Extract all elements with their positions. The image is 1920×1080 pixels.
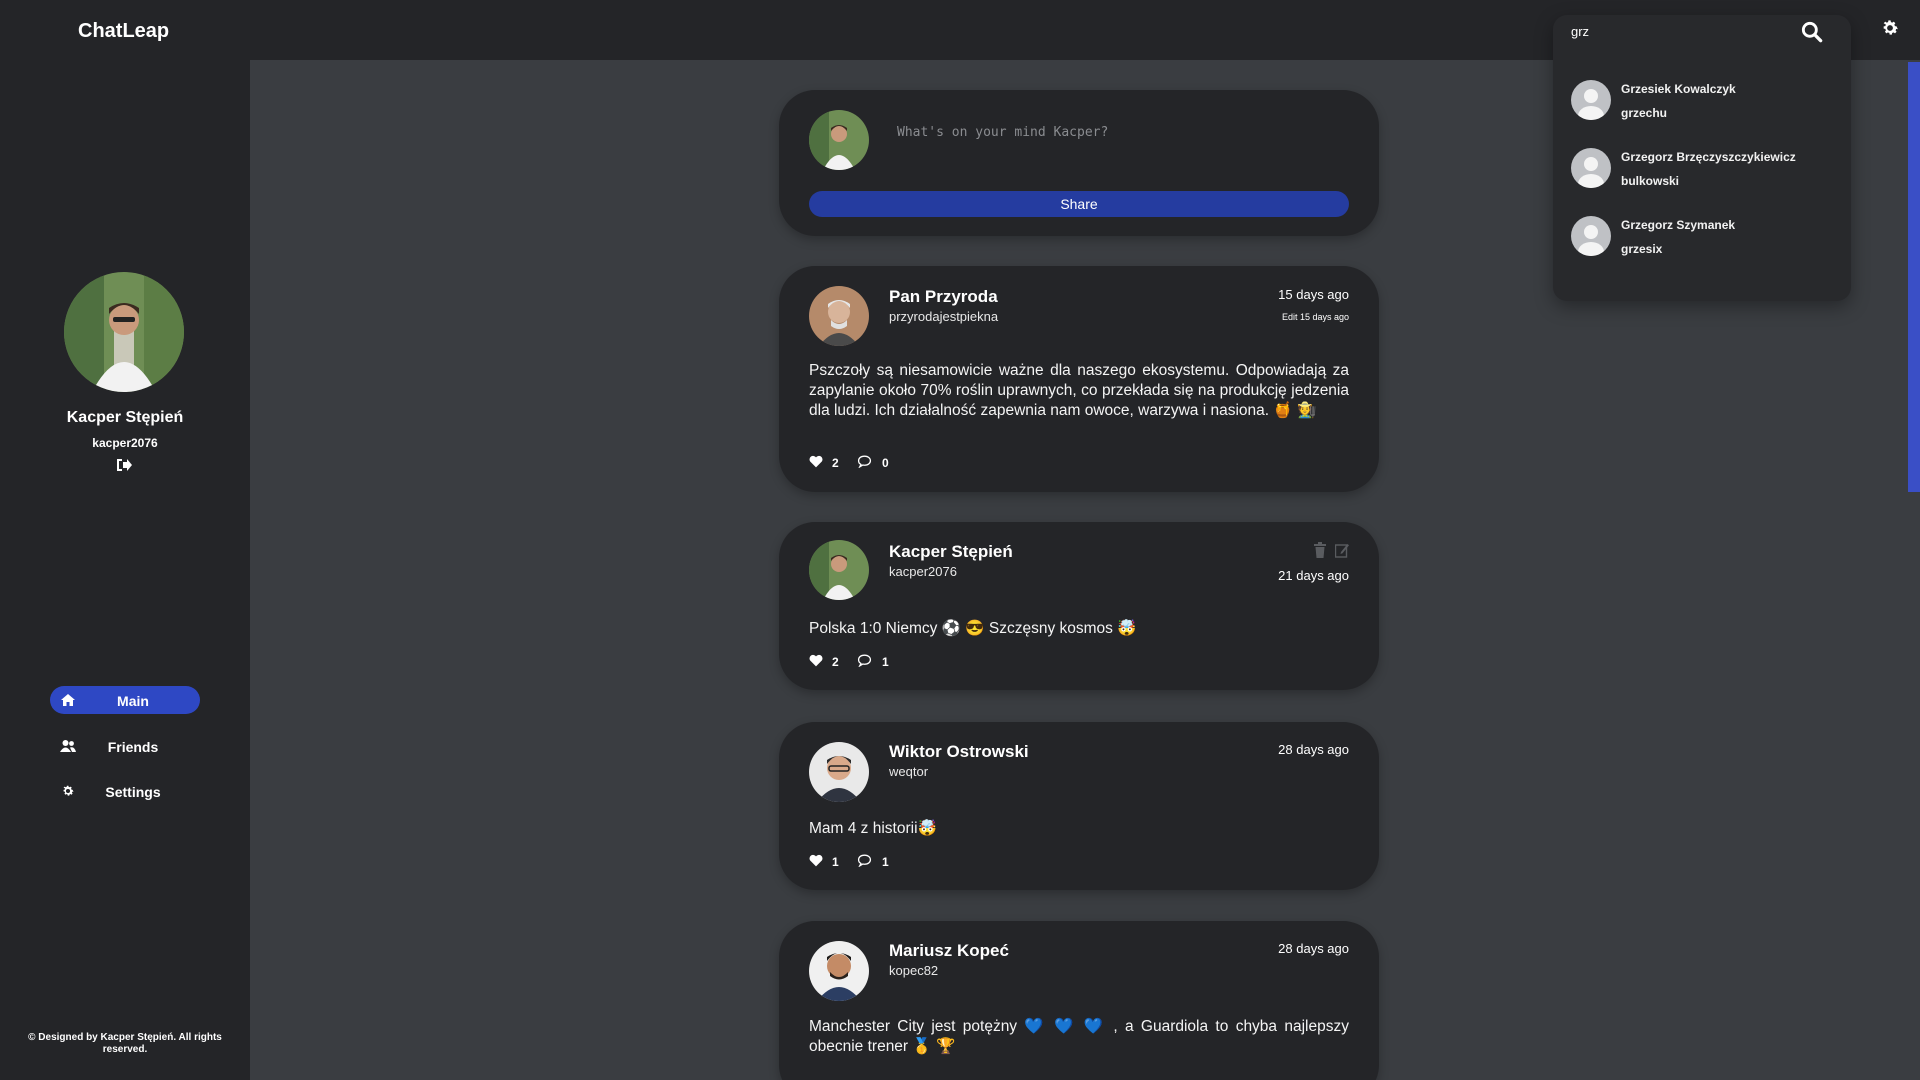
profile-avatar[interactable] bbox=[64, 272, 184, 392]
share-button[interactable]: Share bbox=[809, 191, 1349, 217]
avatar bbox=[1571, 80, 1611, 120]
avatar[interactable] bbox=[809, 540, 869, 600]
user-photo bbox=[809, 286, 869, 346]
post-timestamp: 28 days ago bbox=[1278, 742, 1349, 757]
nav-item-friends[interactable]: Friends bbox=[50, 732, 200, 760]
avatar[interactable] bbox=[809, 742, 869, 802]
search-icon[interactable] bbox=[1799, 19, 1825, 45]
heart-icon bbox=[809, 654, 823, 667]
avatar bbox=[1571, 148, 1611, 188]
nav-label: Friends bbox=[107, 739, 159, 755]
nav-item-main[interactable]: Main bbox=[50, 686, 200, 714]
post-timestamp: 15 days ago bbox=[1278, 287, 1349, 302]
profile-handle: kacper2076 bbox=[92, 436, 158, 450]
post-timestamp: 21 days ago bbox=[1278, 568, 1349, 583]
post-card: Wiktor Ostrowski weqtor 28 days ago Mam … bbox=[779, 722, 1379, 890]
nav-label: Main bbox=[117, 693, 149, 709]
user-placeholder-icon bbox=[1578, 157, 1604, 188]
comment-icon bbox=[857, 455, 872, 468]
footer-copyright: © Designed by Kacper Stępień. All rights… bbox=[28, 1032, 222, 1055]
post-owner-tools bbox=[1311, 542, 1351, 558]
trash-icon[interactable] bbox=[1313, 542, 1327, 558]
post-handle: przyrodajestpiekna bbox=[889, 309, 999, 324]
search-result-handle: grzechu bbox=[1621, 106, 1668, 120]
post-edited-label: Edit 15 days ago bbox=[1281, 312, 1349, 322]
post-timestamp: 28 days ago bbox=[1278, 941, 1349, 956]
post-author[interactable]: Mariusz Kopeć bbox=[889, 941, 1009, 961]
search-result-item[interactable]: Grzegorz Brzęczyszczykiewicz bulkowski bbox=[1571, 143, 1841, 193]
post-input[interactable] bbox=[897, 120, 1337, 144]
post-card: Kacper Stępień kacper2076 21 days ago Po… bbox=[779, 522, 1379, 690]
avatar bbox=[1571, 216, 1611, 256]
heart-icon bbox=[809, 455, 823, 468]
like-count: 2 bbox=[832, 655, 839, 669]
heart-icon bbox=[809, 854, 823, 867]
search-result-name: Grzesiek Kowalczyk bbox=[1621, 82, 1736, 96]
post-handle: kacper2076 bbox=[889, 564, 957, 579]
post-author[interactable]: Pan Przyroda bbox=[889, 287, 998, 307]
search-result-name: Grzegorz Brzęczyszczykiewicz bbox=[1621, 150, 1796, 164]
profile-name: Kacper Stępień bbox=[66, 409, 184, 426]
like-count: 2 bbox=[832, 456, 839, 470]
comment-count: 1 bbox=[882, 655, 889, 669]
gear-icon[interactable] bbox=[1880, 18, 1900, 38]
post-handle: weqtor bbox=[889, 764, 929, 779]
logout-icon[interactable] bbox=[116, 458, 132, 472]
search-dropdown: Grzesiek Kowalczyk grzechu Grzegorz Brzę… bbox=[1553, 15, 1851, 301]
search-input[interactable] bbox=[1571, 21, 1791, 41]
search-result-item[interactable]: Grzesiek Kowalczyk grzechu bbox=[1571, 75, 1841, 125]
user-photo bbox=[809, 110, 869, 170]
comment-icon bbox=[857, 854, 872, 867]
search-bar bbox=[1553, 15, 1851, 49]
post-author[interactable]: Kacper Stępień bbox=[889, 542, 1013, 562]
user-photo bbox=[809, 540, 869, 600]
comment-icon bbox=[857, 654, 872, 667]
avatar[interactable] bbox=[809, 286, 869, 346]
search-result-item[interactable]: Grzegorz Szymanek grzesix bbox=[1571, 211, 1841, 261]
edit-icon[interactable] bbox=[1335, 542, 1349, 558]
like-count: 1 bbox=[832, 855, 839, 869]
avatar bbox=[809, 110, 869, 170]
user-photo bbox=[809, 941, 869, 1001]
user-photo bbox=[809, 742, 869, 802]
profile-photo-image bbox=[64, 272, 184, 392]
post-body: Pszczoły są niesamowicie ważne dla nasze… bbox=[809, 362, 1349, 419]
post-body: Manchester City jest potężny 💙 💙 💙 , a G… bbox=[809, 1018, 1349, 1055]
post-card: Mariusz Kopeć kopec82 28 days ago Manche… bbox=[779, 921, 1379, 1080]
search-result-name: Grzegorz Szymanek bbox=[1621, 218, 1736, 232]
post-card: Pan Przyroda przyrodajestpiekna 15 days … bbox=[779, 266, 1379, 492]
post-composer: Share bbox=[779, 90, 1379, 236]
avatar[interactable] bbox=[809, 941, 869, 1001]
user-placeholder-icon bbox=[1578, 89, 1604, 120]
sidebar: Kacper Stępień kacper2076 Main Friends S… bbox=[0, 60, 250, 1080]
post-author[interactable]: Wiktor Ostrowski bbox=[889, 742, 1029, 762]
post-body: Polska 1:0 Niemcy ⚽ 😎 Szczęsny kosmos 🤯 bbox=[809, 620, 1137, 637]
search-result-handle: grzesix bbox=[1621, 242, 1663, 256]
app-logo[interactable]: ChatLeap bbox=[78, 20, 169, 43]
nav-label: Settings bbox=[105, 784, 161, 800]
comment-count: 0 bbox=[882, 456, 889, 470]
nav-item-settings[interactable]: Settings bbox=[50, 777, 200, 805]
comment-count: 1 bbox=[882, 855, 889, 869]
post-body: Mam 4 z historii🤯 bbox=[809, 820, 937, 837]
search-result-handle: bulkowski bbox=[1621, 174, 1680, 188]
post-handle: kopec82 bbox=[889, 963, 939, 978]
scrollbar-thumb[interactable] bbox=[1908, 62, 1920, 492]
user-placeholder-icon bbox=[1578, 225, 1604, 256]
